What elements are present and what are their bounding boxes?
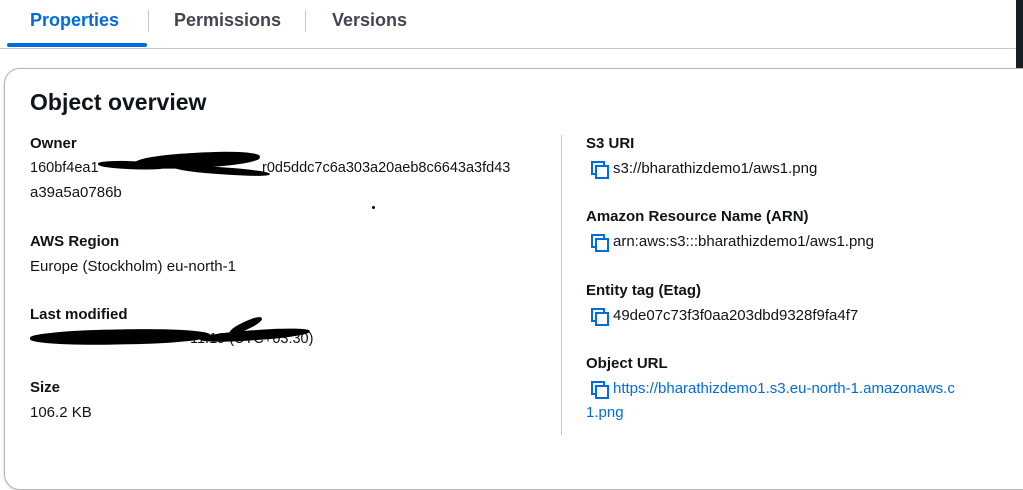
size-value: 106.2 KB xyxy=(30,404,92,421)
owner-value-line1-start: 160bf4ea1 xyxy=(30,160,99,176)
copy-icon[interactable] xyxy=(591,308,609,326)
object-url-label: Object URL xyxy=(586,355,668,372)
last-modified-label: Last modified xyxy=(30,306,128,323)
region-label: AWS Region xyxy=(30,233,120,250)
tab-properties[interactable]: Properties xyxy=(30,0,119,44)
tab-bar: Properties Permissions Versions xyxy=(0,0,1016,49)
owner-label: Owner xyxy=(30,135,77,152)
s3-uri-label: S3 URI xyxy=(586,135,635,152)
object-url-link[interactable]: https://bharathizdemo1.s3.eu-north-1.ama… xyxy=(613,380,1016,397)
owner-value-line1-end: r0d5ddc7c6a303a20aeb8c6643a3fd43 xyxy=(262,160,511,176)
object-overview-panel: Object overview xyxy=(4,68,1023,490)
object-url-link-continued[interactable]: 1.png xyxy=(586,404,624,421)
active-tab-indicator xyxy=(7,43,147,47)
copy-icon[interactable] xyxy=(591,234,609,252)
tab-versions[interactable]: Versions xyxy=(332,0,407,44)
etag-label: Entity tag (Etag) xyxy=(586,282,701,299)
tab-permissions[interactable]: Permissions xyxy=(174,0,281,44)
s3-uri-value: s3://bharathizdemo1/aws1.png xyxy=(613,160,818,177)
copy-icon[interactable] xyxy=(591,161,609,179)
size-label: Size xyxy=(30,379,61,396)
etag-value: 49de07c73f3f0aa203dbd9328f9fa4f7 xyxy=(613,307,859,324)
region-value: Europe (Stockholm) eu-north-1 xyxy=(30,258,236,275)
arn-label: Amazon Resource Name (ARN) xyxy=(586,208,809,225)
owner-value-line2: a39a5a0786b xyxy=(30,184,122,201)
column-divider xyxy=(561,135,562,435)
stray-dot xyxy=(372,206,375,209)
panel-title: Object overview xyxy=(30,89,207,115)
tab-divider xyxy=(305,10,306,32)
arn-value: arn:aws:s3:::bharathizdemo1/aws1.png xyxy=(613,233,874,250)
copy-icon[interactable] xyxy=(591,381,609,399)
tab-divider xyxy=(148,10,149,32)
